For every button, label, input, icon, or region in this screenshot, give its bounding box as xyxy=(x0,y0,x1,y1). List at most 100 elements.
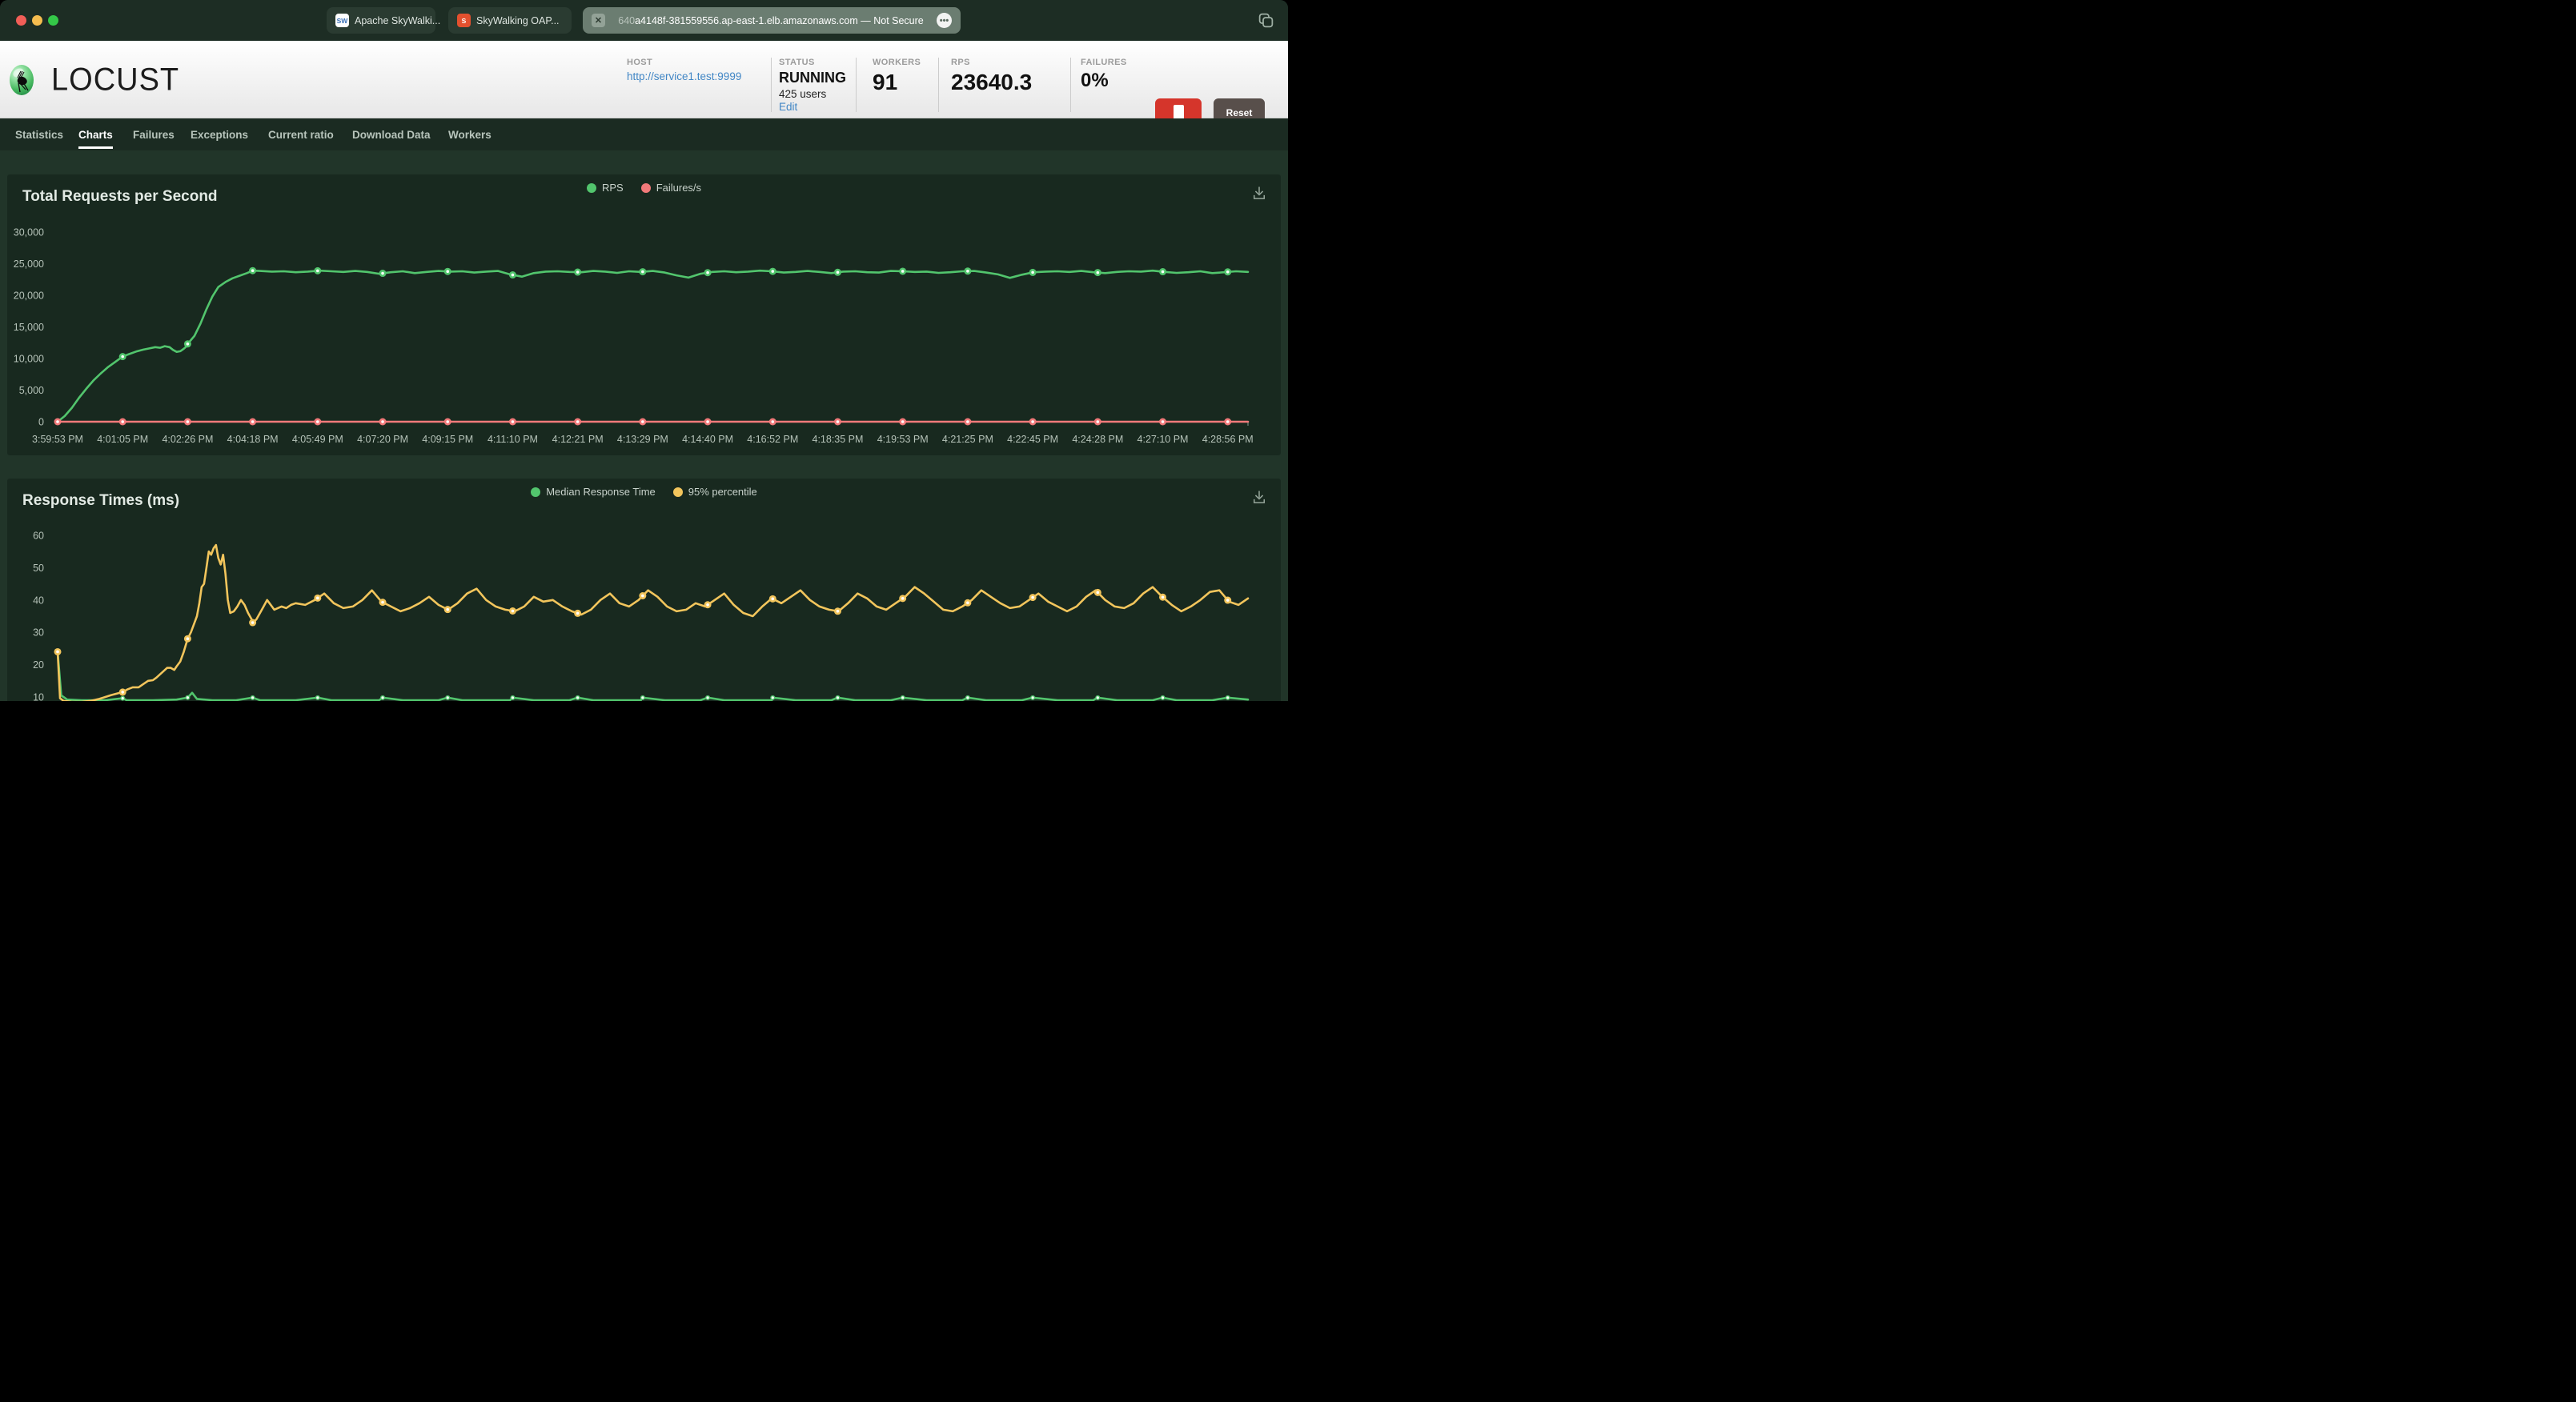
legend-label: Failures/s xyxy=(656,182,702,194)
tab-label: Apache SkyWalki... xyxy=(355,14,441,26)
app-header: LOCUST HOST http://service1.test:9999 ST… xyxy=(0,41,1288,141)
workers-label: WORKERS xyxy=(873,58,921,67)
close-window-button[interactable] xyxy=(16,15,26,26)
legend-dot-icon xyxy=(672,487,683,497)
rps-block: RPS 23640.3 xyxy=(951,58,1032,95)
svg-text:30,000: 30,000 xyxy=(14,227,44,238)
svg-text:4:09:15 PM: 4:09:15 PM xyxy=(422,434,473,445)
download-chart-icon[interactable] xyxy=(1251,489,1267,505)
tab-label: SkyWalking OAP... xyxy=(476,14,560,26)
rps-label: RPS xyxy=(951,58,970,67)
status-block: STATUS RUNNING 425 users Edit xyxy=(779,58,846,113)
legend-label: RPS xyxy=(601,182,624,194)
status-value: RUNNING xyxy=(779,70,846,86)
workers-value: 91 xyxy=(873,70,898,94)
tab-favicon-oap-icon: S xyxy=(457,14,471,27)
locust-logo: LOCUST xyxy=(10,58,179,102)
svg-text:60: 60 xyxy=(33,531,44,542)
failures-label: FAILURES xyxy=(1081,58,1127,67)
svg-text:30: 30 xyxy=(33,627,44,639)
divider xyxy=(1070,58,1071,112)
failures-value: 0% xyxy=(1081,70,1109,91)
svg-text:0: 0 xyxy=(38,417,44,428)
divider xyxy=(771,58,772,112)
response-times-chart-legend: Median Response Time 95% percentile xyxy=(7,486,1281,498)
browser-tab-locust-active[interactable]: ✕ 640a4148f-381559556.ap-east-1.elb.amaz… xyxy=(583,7,961,34)
failures-block: FAILURES 0% xyxy=(1081,58,1127,92)
nav-item-current-ratio[interactable]: Current ratio xyxy=(268,118,334,150)
svg-text:4:14:40 PM: 4:14:40 PM xyxy=(682,434,733,445)
legend-dot-icon xyxy=(640,182,651,193)
nav-item-download-data[interactable]: Download Data xyxy=(352,118,431,150)
legend-item-rps[interactable]: RPS xyxy=(586,182,624,194)
status-label: STATUS xyxy=(779,58,815,67)
legend-item-95-percentile[interactable]: 95% percentile xyxy=(672,486,757,498)
svg-text:4:11:10 PM: 4:11:10 PM xyxy=(488,434,538,445)
edit-link[interactable]: Edit xyxy=(779,101,846,113)
svg-text:5,000: 5,000 xyxy=(19,385,44,396)
nav-item-exceptions[interactable]: Exceptions xyxy=(191,118,248,150)
nav-item-charts[interactable]: Charts xyxy=(78,118,113,150)
browser-tab-skywalking-oap[interactable]: S SkyWalking OAP... xyxy=(448,7,572,34)
svg-text:4:22:45 PM: 4:22:45 PM xyxy=(1007,434,1058,445)
svg-text:4:27:10 PM: 4:27:10 PM xyxy=(1138,434,1189,445)
rps-chart-canvas: 0 5,000 10,000 15,000 20,000 25,000 30,000 3:59… xyxy=(14,227,1254,446)
workers-block: WORKERS 91 xyxy=(873,58,921,95)
brand-title: LOCUST xyxy=(51,62,180,98)
tab-url: 640a4148f-381559556.ap-east-1.elb.amazon… xyxy=(618,14,924,26)
svg-text:4:01:05 PM: 4:01:05 PM xyxy=(97,434,148,445)
tab-overview-icon[interactable] xyxy=(1258,12,1274,29)
svg-text:25,000: 25,000 xyxy=(14,258,44,270)
nav-item-statistics[interactable]: Statistics xyxy=(15,118,63,150)
response-times-chart-card: Response Times (ms) Median Response Time… xyxy=(7,479,1281,701)
divider xyxy=(938,58,939,112)
legend-label: 95% percentile xyxy=(688,486,757,498)
svg-text:4:19:53 PM: 4:19:53 PM xyxy=(877,434,929,445)
svg-text:15,000: 15,000 xyxy=(14,322,44,333)
host-label: HOST xyxy=(627,58,653,67)
svg-text:4:18:35 PM: 4:18:35 PM xyxy=(813,434,864,445)
svg-text:4:24:28 PM: 4:24:28 PM xyxy=(1072,434,1123,445)
tab-options-icon[interactable]: ••• xyxy=(937,13,952,28)
nav-item-failures[interactable]: Failures xyxy=(133,118,175,150)
legend-dot-icon xyxy=(531,487,541,497)
svg-text:10,000: 10,000 xyxy=(14,354,44,365)
svg-text:40: 40 xyxy=(33,595,44,606)
svg-text:4:07:20 PM: 4:07:20 PM xyxy=(357,434,408,445)
svg-text:4:04:18 PM: 4:04:18 PM xyxy=(227,434,279,445)
svg-text:4:02:26 PM: 4:02:26 PM xyxy=(162,434,213,445)
maximize-window-button[interactable] xyxy=(48,15,58,26)
nav-bar: Statistics Charts Failures Exceptions Curren… xyxy=(0,118,1288,150)
response-times-chart-canvas: 10 20 30 40 50 60 xyxy=(33,531,1250,702)
minimize-window-button[interactable] xyxy=(32,15,42,26)
rps-chart-legend: RPS Failures/s xyxy=(7,182,1281,194)
locust-logo-icon xyxy=(10,65,34,95)
divider xyxy=(856,58,857,112)
svg-text:50: 50 xyxy=(33,563,44,574)
svg-text:4:12:21 PM: 4:12:21 PM xyxy=(552,434,604,445)
tab-close-icon[interactable]: ✕ xyxy=(592,14,605,27)
browser-window: SW Apache SkyWalki... S SkyWalking OAP..… xyxy=(0,0,1288,701)
svg-text:20,000: 20,000 xyxy=(14,290,44,302)
svg-text:10: 10 xyxy=(33,692,44,702)
legend-item-failures-s[interactable]: Failures/s xyxy=(640,182,702,194)
svg-text:3:59:53 PM: 3:59:53 PM xyxy=(32,434,83,445)
svg-text:4:28:56 PM: 4:28:56 PM xyxy=(1202,434,1254,445)
rps-value: 23640.3 xyxy=(951,70,1033,94)
svg-text:4:13:29 PM: 4:13:29 PM xyxy=(617,434,668,445)
svg-text:20: 20 xyxy=(33,659,44,671)
nav-item-workers[interactable]: Workers xyxy=(448,118,492,150)
host-block: HOST http://service1.test:9999 xyxy=(627,58,741,82)
legend-item-median-response-time[interactable]: Median Response Time xyxy=(531,486,656,498)
legend-dot-icon xyxy=(586,182,596,193)
status-users: 425 users xyxy=(779,88,827,100)
svg-text:4:05:49 PM: 4:05:49 PM xyxy=(292,434,343,445)
svg-text:4:16:52 PM: 4:16:52 PM xyxy=(747,434,798,445)
download-chart-icon[interactable] xyxy=(1251,185,1267,201)
tab-favicon-sw-icon: SW xyxy=(335,14,349,27)
legend-label: Median Response Time xyxy=(546,486,656,498)
browser-tab-skywalking-ui[interactable]: SW Apache SkyWalki... xyxy=(327,7,440,34)
rps-chart-card: Total Requests per Second RPS Failures/s … xyxy=(7,174,1281,455)
browser-titlebar: SW Apache SkyWalki... S SkyWalking OAP..… xyxy=(0,0,1288,41)
host-link[interactable]: http://service1.test:9999 xyxy=(627,70,741,82)
